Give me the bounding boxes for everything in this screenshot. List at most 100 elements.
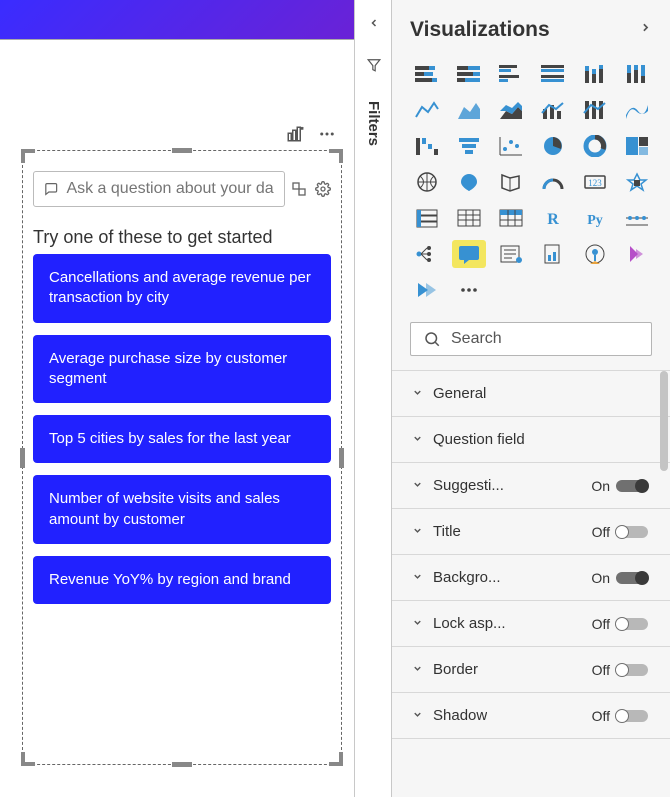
suggestion-card[interactable]: Average purchase size by customer segmen… <box>33 335 331 404</box>
viz-type-shape-map[interactable] <box>494 168 528 196</box>
convert-visual-icon[interactable] <box>291 181 307 197</box>
suggestion-card[interactable]: Revenue YoY% by region and brand <box>33 556 331 604</box>
search-placeholder: Search <box>451 330 502 348</box>
resize-handle[interactable] <box>172 148 192 153</box>
chevron-down-icon <box>412 661 423 678</box>
format-section-label: General <box>433 385 486 402</box>
viz-type-multirow-card[interactable] <box>410 204 444 232</box>
viz-type-paginated[interactable] <box>536 240 570 268</box>
viz-type-qna[interactable] <box>452 240 486 268</box>
format-section[interactable]: General <box>392 371 670 417</box>
viz-type-py-visual[interactable]: Py <box>578 204 612 232</box>
viz-type-stacked-column-100[interactable] <box>620 60 654 88</box>
viz-type-combo-line-column-100[interactable] <box>578 96 612 124</box>
expand-filters-button[interactable] <box>368 16 380 34</box>
viz-type-r-visual[interactable]: R <box>536 204 570 232</box>
format-section[interactable]: Lock asp... Off <box>392 601 670 647</box>
resize-handle[interactable] <box>339 149 343 163</box>
suggestion-card[interactable]: Number of website visits and sales amoun… <box>33 475 331 544</box>
viz-type-area[interactable] <box>452 96 486 124</box>
format-section[interactable]: Question field <box>392 417 670 463</box>
visualizations-title: Visualizations <box>410 18 550 42</box>
viz-type-funnel[interactable] <box>452 132 486 160</box>
viz-type-stacked-bar[interactable] <box>410 60 444 88</box>
resize-handle[interactable] <box>172 762 192 767</box>
suggestion-card[interactable]: Top 5 cities by sales for the last year <box>33 415 331 463</box>
viz-type-matrix[interactable] <box>494 204 528 232</box>
format-section-label: Question field <box>433 431 525 448</box>
visualizations-pane: Visualizations 123 R Py Search General Ques… <box>392 0 670 797</box>
resize-handle[interactable] <box>339 448 344 468</box>
format-section-label: Shadow <box>433 707 487 724</box>
toggle-state: Off <box>592 616 610 632</box>
viz-type-stacked-column[interactable] <box>578 60 612 88</box>
viz-type-waterfall[interactable] <box>410 132 444 160</box>
format-section[interactable]: Suggesti... On <box>392 463 670 509</box>
viz-type-line[interactable] <box>410 96 444 124</box>
format-toggle[interactable]: Off <box>592 708 648 724</box>
viz-type-powerapps[interactable] <box>620 240 654 268</box>
suggestions-list: Cancellations and average revenue per tr… <box>33 254 331 744</box>
collapse-pane-button[interactable] <box>639 21 652 39</box>
format-toggle[interactable]: Off <box>592 662 648 678</box>
format-section-label: Title <box>433 523 461 540</box>
viz-type-stacked-bar-100[interactable] <box>452 60 486 88</box>
chevron-down-icon <box>412 385 423 402</box>
viz-type-treemap[interactable] <box>620 132 654 160</box>
qa-input-container[interactable] <box>33 171 285 207</box>
format-toggle[interactable]: On <box>591 570 648 586</box>
viz-type-key-influencers[interactable] <box>620 204 654 232</box>
visualizations-header: Visualizations <box>410 18 652 42</box>
format-toggle[interactable]: Off <box>592 616 648 632</box>
format-toggle[interactable]: Off <box>592 524 648 540</box>
resize-handle[interactable] <box>339 752 343 766</box>
chevron-down-icon <box>412 477 423 494</box>
viz-type-power-automate[interactable] <box>410 276 444 304</box>
viz-type-more[interactable] <box>452 276 486 304</box>
svg-text:Py: Py <box>587 213 603 228</box>
qa-input[interactable] <box>66 180 274 198</box>
format-section[interactable]: Border Off <box>392 647 670 693</box>
resize-handle[interactable] <box>21 149 25 163</box>
viz-type-clustered-bar[interactable] <box>494 60 528 88</box>
qna-visual-frame[interactable]: Try one of these to get started Cancella… <box>22 150 342 765</box>
resize-handle[interactable] <box>20 448 25 468</box>
viz-type-map[interactable] <box>410 168 444 196</box>
format-section[interactable]: Title Off <box>392 509 670 555</box>
viz-type-decomposition-tree[interactable] <box>410 240 444 268</box>
format-section[interactable]: Shadow Off <box>392 693 670 739</box>
toggle-state: On <box>591 570 610 586</box>
viz-type-pie[interactable] <box>536 132 570 160</box>
viz-type-clustered-bar-100[interactable] <box>536 60 570 88</box>
viz-type-card[interactable]: 123 <box>578 168 612 196</box>
format-section-label: Border <box>433 661 478 678</box>
filters-label[interactable]: Filters <box>365 101 382 146</box>
format-section-label: Backgro... <box>433 569 501 586</box>
report-canvas: Try one of these to get started Cancella… <box>0 0 355 797</box>
format-search-input[interactable]: Search <box>410 322 652 356</box>
drillthrough-icon[interactable] <box>286 125 304 143</box>
svg-text:R: R <box>547 211 559 228</box>
suggestion-card[interactable]: Cancellations and average revenue per tr… <box>33 254 331 323</box>
more-options-icon[interactable] <box>318 125 336 143</box>
viz-type-combo-line-column[interactable] <box>536 96 570 124</box>
viz-type-table[interactable] <box>452 204 486 232</box>
format-toggle[interactable]: On <box>591 478 648 494</box>
toggle-state: Off <box>592 662 610 678</box>
viz-type-filled-map[interactable] <box>452 168 486 196</box>
viz-type-kpi[interactable] <box>620 168 654 196</box>
gear-icon[interactable] <box>315 181 331 197</box>
viz-type-gauge[interactable] <box>536 168 570 196</box>
viz-type-arcgis[interactable] <box>578 240 612 268</box>
viz-type-scatter[interactable] <box>494 132 528 160</box>
format-section-label: Lock asp... <box>433 615 506 632</box>
scrollbar[interactable] <box>660 371 668 471</box>
viz-type-donut[interactable] <box>578 132 612 160</box>
viz-type-narrative[interactable] <box>494 240 528 268</box>
resize-handle[interactable] <box>21 752 25 766</box>
chevron-down-icon <box>412 523 423 540</box>
viz-type-stacked-area[interactable] <box>494 96 528 124</box>
format-section-label: Suggesti... <box>433 477 504 494</box>
format-section[interactable]: Backgro... On <box>392 555 670 601</box>
viz-type-ribbon[interactable] <box>620 96 654 124</box>
